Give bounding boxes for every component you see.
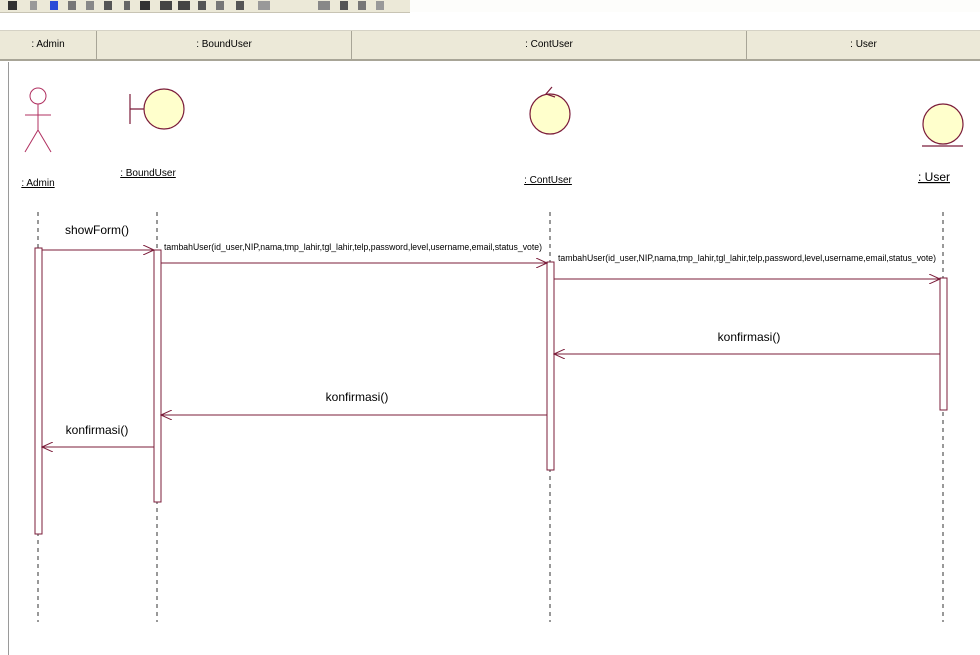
header-cell-user[interactable]: : User — [747, 31, 980, 59]
toolbar-button-icon[interactable] — [124, 1, 130, 10]
toolbar-empty-area — [410, 0, 980, 12]
toolbar-button-icon[interactable] — [318, 1, 330, 10]
boundary-icon[interactable] — [129, 88, 185, 130]
toolbar-button-icon[interactable] — [50, 1, 58, 10]
message-label-konfirmasi-1: konfirmasi() — [718, 330, 781, 344]
toolbar-button-icon[interactable] — [258, 1, 270, 10]
toolbar-button-icon[interactable] — [104, 1, 112, 10]
toolbar-button-icon[interactable] — [68, 1, 76, 10]
sequence-diagram: : Admin : BoundUser : ContUser : User sh… — [21, 86, 964, 622]
activation-contuser — [546, 261, 555, 471]
toolbar-button-icon[interactable] — [140, 1, 150, 10]
toolbar-button-icon[interactable] — [8, 1, 17, 10]
toolbar-button-icon[interactable] — [376, 1, 384, 10]
toolbar-button-icon[interactable] — [160, 1, 172, 10]
message-label-konfirmasi-3: konfirmasi() — [66, 423, 129, 437]
activation-user — [939, 277, 948, 411]
control-icon[interactable] — [529, 86, 571, 135]
entity-icon[interactable] — [922, 103, 964, 147]
toolbar-button-icon[interactable] — [340, 1, 348, 10]
lifeline-header-bar: : Admin : BoundUser : ContUser : User — [0, 30, 980, 61]
message-label-showform: showForm() — [65, 223, 129, 237]
toolbar-button-icon[interactable] — [30, 1, 37, 10]
toolbar-button-icon[interactable] — [178, 1, 190, 10]
message-label-tambahuser-2: tambahUser(id_user,NIP,nama,tmp_lahir,tg… — [558, 253, 936, 263]
toolbar-button-icon[interactable] — [86, 1, 94, 10]
toolbar-button-icon[interactable] — [358, 1, 366, 10]
lifeline-name-bounduser: : BoundUser — [120, 168, 176, 179]
message-label-tambahuser-1: tambahUser(id_user,NIP,nama,tmp_lahir,tg… — [164, 242, 542, 252]
toolbar-button-icon[interactable] — [198, 1, 206, 10]
message-label-konfirmasi-2: konfirmasi() — [326, 390, 389, 404]
header-cell-contuser[interactable]: : ContUser — [352, 31, 747, 59]
activation-admin — [34, 247, 43, 535]
toolbar-button-icon[interactable] — [236, 1, 244, 10]
toolbar-button-icon[interactable] — [216, 1, 224, 10]
toolbar — [0, 0, 410, 13]
header-cell-bounduser[interactable]: : BoundUser — [97, 31, 352, 59]
lifeline-name-user: : User — [918, 170, 950, 184]
lifeline-name-contuser: : ContUser — [524, 175, 572, 186]
activation-bounduser — [153, 249, 162, 503]
lifeline-name-admin: : Admin — [21, 178, 54, 189]
header-cell-admin[interactable]: : Admin — [0, 31, 97, 59]
actor-icon[interactable] — [24, 87, 52, 153]
